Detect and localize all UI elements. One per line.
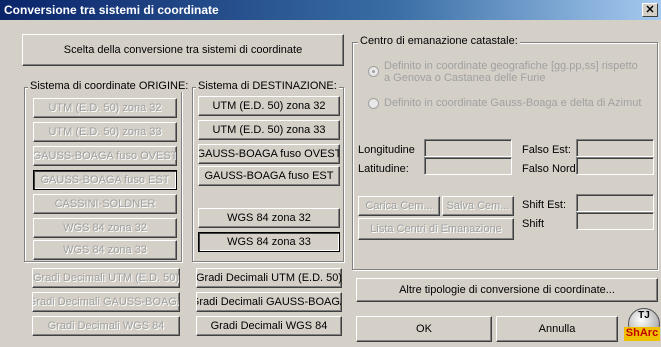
- dest-gb-ovest-button[interactable]: GAUSS-BOAGA fuso OVEST: [198, 144, 340, 164]
- origin-cassini-button[interactable]: CASSINI-SOLDNER: [33, 194, 177, 214]
- latitudine-label: Latitudine:: [358, 163, 409, 175]
- longitudine-label: Longitudine: [358, 144, 415, 156]
- falso-nord-label: Falso Nord:: [522, 163, 579, 175]
- dest-dec-utm-button[interactable]: Gradi Decimali UTM (E.D. 50): [196, 268, 342, 288]
- longitudine-field[interactable]: [424, 139, 512, 157]
- origin-gb-est-button[interactable]: GAUSS-BOAGA fuso EST: [33, 170, 177, 190]
- dest-gb-est-button[interactable]: GAUSS-BOAGA fuso EST: [198, 166, 340, 186]
- title-bar: Conversione tra sistemi di coordinate: [0, 0, 661, 20]
- dest-legend: Sistema di DESTINAZIONE:: [196, 80, 339, 92]
- dest-utm32-button[interactable]: UTM (E.D. 50) zona 32: [198, 96, 340, 116]
- dest-wgs32-button[interactable]: WGS 84 zona 32: [198, 208, 340, 228]
- shift-est-label: Shift Est:: [522, 199, 567, 211]
- origin-dec-wgs-button[interactable]: Gradi Decimali WGS 84: [32, 316, 180, 336]
- origin-utm32-button[interactable]: UTM (E.D. 50) zona 32: [33, 98, 177, 118]
- origin-gb-ovest-button[interactable]: GAUSS-BOAGA fuso OVEST: [33, 146, 177, 166]
- shift-label: Shift: [522, 218, 545, 230]
- salva-cem-button[interactable]: Salva Cem...: [442, 196, 514, 216]
- lista-centri-button[interactable]: Lista Centri di Emanazione: [358, 218, 514, 240]
- centro-legend: Centro di emanazione catastale:: [358, 35, 520, 47]
- annulla-button[interactable]: Annulla: [496, 316, 618, 342]
- origin-legend: Sistema di coordinate ORIGINE:: [28, 80, 191, 92]
- latitudine-field[interactable]: [424, 157, 512, 175]
- origin-utm33-button[interactable]: UTM (E.D. 50) zona 33: [33, 122, 177, 142]
- origin-wgs33-button[interactable]: WGS 84 zona 33: [33, 240, 177, 260]
- dest-dec-wgs-button[interactable]: Gradi Decimali WGS 84: [196, 316, 342, 336]
- falso-est-field[interactable]: [576, 139, 654, 157]
- close-icon[interactable]: ✕: [642, 3, 658, 17]
- origin-wgs32-button[interactable]: WGS 84 zona 32: [33, 218, 177, 238]
- dest-dec-gb-button[interactable]: Gradi Decimali GAUSS-BOAGA: [196, 292, 342, 312]
- radio-geografiche-label: Definito in coordinate geografiche [gg.p…: [384, 60, 638, 84]
- falso-est-label: Falso Est:: [522, 144, 571, 156]
- shift-est-field[interactable]: [576, 194, 654, 212]
- altre-tipologie-button[interactable]: Altre tipologie di conversione di coordi…: [356, 278, 658, 302]
- origin-dec-gb-button[interactable]: Gradi Decimali GAUSS-BOAGA: [32, 292, 180, 312]
- radio-geografiche[interactable]: [368, 66, 379, 77]
- dest-utm33-button[interactable]: UTM (E.D. 50) zona 33: [198, 120, 340, 140]
- sharc-logo-text: ShArc: [624, 327, 660, 341]
- window-title: Conversione tra sistemi di coordinate: [4, 3, 219, 17]
- dest-wgs33-button[interactable]: WGS 84 zona 33: [198, 232, 340, 252]
- scelta-conversione-button[interactable]: Scelta della conversione tra sistemi di …: [22, 34, 344, 66]
- falso-nord-field[interactable]: [576, 157, 654, 175]
- ok-button[interactable]: OK: [356, 316, 492, 342]
- shift-field[interactable]: [576, 212, 654, 230]
- carica-cem-button[interactable]: Carica Cem...: [358, 196, 440, 216]
- radio-gauss-boaga-label: Definito in coordinate Gauss-Boaga e del…: [384, 97, 642, 109]
- origin-dec-utm-button[interactable]: Gradi Decimali UTM (E.D. 50): [32, 268, 180, 288]
- radio-gauss-boaga[interactable]: [368, 98, 379, 109]
